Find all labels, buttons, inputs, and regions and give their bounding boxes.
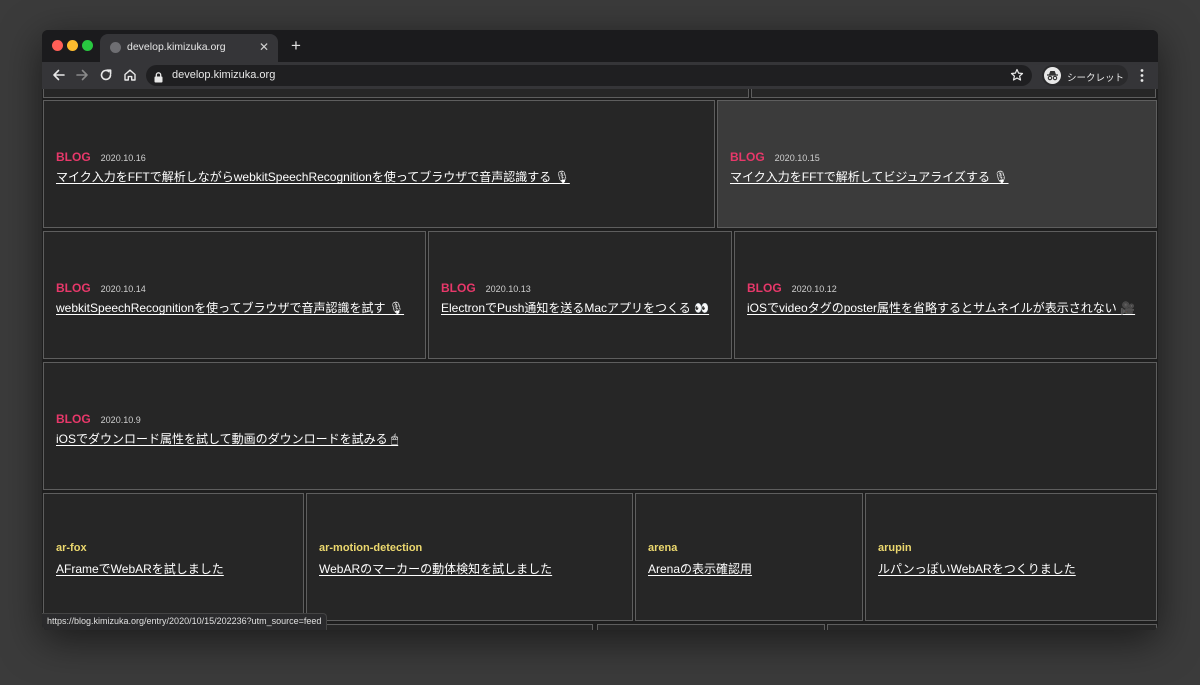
repo-name: arena [648, 542, 678, 554]
repo-name: ar-fox [56, 542, 87, 554]
post-card[interactable]: BLOG 2020.10.12 iOSでvideoタグのposter属性を省略する… [734, 231, 1157, 359]
post-category: BLOG [56, 281, 91, 295]
repo-title-link[interactable]: AFrameでWebARを試しました [56, 560, 224, 577]
post-date: 2020.10.14 [100, 284, 146, 294]
globe-icon [110, 42, 121, 53]
back-icon[interactable] [48, 64, 70, 86]
post-category: BLOG [747, 281, 782, 295]
repo-card[interactable]: arupin ルパンっぽいWebARをつくりました [865, 493, 1157, 621]
post-title-link[interactable]: iOSでダウンロード属性を試して動画のダウンロードを試みる 🖱 [56, 430, 398, 447]
repo-card[interactable]: ar-fox AFrameでWebARを試しました [43, 493, 304, 621]
page-content: BLOG 2020.10.16 マイク入力をFFTで解析しながらwebkitSpe… [42, 89, 1158, 630]
star-icon[interactable] [1010, 68, 1024, 87]
repo-name: arupin [878, 542, 912, 554]
post-card[interactable]: BLOG 2020.10.14 webkitSpeechRecognitionを使… [43, 231, 426, 359]
post-card[interactable]: BLOG 2020.10.16 マイク入力をFFTで解析しながらwebkitSpe… [43, 100, 715, 228]
post-card-partial[interactable] [43, 89, 749, 98]
repo-title-link[interactable]: WebARのマーカーの動体検知を試しました [319, 560, 552, 577]
post-date: 2020.10.16 [100, 153, 146, 163]
address-bar[interactable]: develop.kimizuka.org [146, 65, 1032, 86]
minimize-window-button[interactable] [67, 40, 78, 51]
repo-card-partial[interactable] [597, 624, 825, 630]
lock-icon [154, 70, 163, 88]
tab-title: develop.kimizuka.org [127, 41, 226, 53]
reload-icon[interactable] [95, 64, 117, 86]
repo-title-link[interactable]: ルパンっぽいWebARをつくりました [878, 560, 1076, 577]
post-date: 2020.10.15 [774, 153, 820, 163]
post-date: 2020.10.13 [485, 284, 531, 294]
browser-tab[interactable]: develop.kimizuka.org ✕ [100, 34, 278, 62]
post-date: 2020.10.9 [100, 415, 141, 425]
browser-toolbar: develop.kimizuka.org シークレット [42, 62, 1158, 89]
post-category: BLOG [56, 150, 91, 164]
incognito-icon [1044, 67, 1061, 84]
close-window-button[interactable] [52, 40, 63, 51]
maximize-window-button[interactable] [82, 40, 93, 51]
incognito-label: シークレット [1067, 73, 1125, 84]
menu-icon[interactable] [1134, 65, 1150, 86]
post-title-link[interactable]: iOSでvideoタグのposter属性を省略するとサムネイルが表示されない 🎥 [747, 299, 1135, 316]
repo-card[interactable]: arena Arenaの表示確認用 [635, 493, 863, 621]
repo-title-link[interactable]: Arenaの表示確認用 [648, 560, 752, 577]
repo-name: ar-motion-detection [319, 542, 423, 554]
tab-close-icon[interactable]: ✕ [256, 39, 272, 55]
url-text: develop.kimizuka.org [172, 69, 276, 81]
post-category: BLOG [730, 150, 765, 164]
tab-bar: develop.kimizuka.org ✕ + [42, 30, 1158, 62]
incognito-indicator[interactable]: シークレット [1042, 65, 1128, 86]
post-title-link[interactable]: ElectronでPush通知を送るMacアプリをつくる 👀 [441, 299, 709, 316]
post-title-link[interactable]: マイク入力をFFTで解析しながらwebkitSpeechRecognitionを… [56, 168, 570, 185]
post-category: BLOG [441, 281, 476, 295]
new-tab-button[interactable]: + [286, 36, 306, 56]
repo-card-partial[interactable] [827, 624, 1157, 630]
post-title-link[interactable]: webkitSpeechRecognitionを使ってブラウザで音声認識を試す … [56, 299, 404, 316]
repo-card[interactable]: ar-motion-detection WebARのマーカーの動体検知を試しまし… [306, 493, 633, 621]
post-card[interactable]: BLOG 2020.10.13 ElectronでPush通知を送るMacアプリを… [428, 231, 732, 359]
post-card-partial[interactable] [751, 89, 1156, 98]
post-date: 2020.10.12 [791, 284, 837, 294]
post-category: BLOG [56, 412, 91, 426]
post-card[interactable]: BLOG 2020.10.9 iOSでダウンロード属性を試して動画のダウンロードを… [43, 362, 1157, 490]
forward-icon[interactable] [71, 64, 93, 86]
post-title-link[interactable]: マイク入力をFFTで解析してビジュアライズする 🎙 [730, 168, 1009, 185]
post-card-hovered[interactable]: BLOG 2020.10.15 マイク入力をFFTで解析してビジュアライズする 🎙 [717, 100, 1157, 228]
link-status-bar: https://blog.kimizuka.org/entry/2020/10/… [42, 613, 328, 630]
home-icon[interactable] [119, 64, 141, 86]
browser-window: develop.kimizuka.org ✕ + develop.kimizuk… [42, 30, 1158, 630]
